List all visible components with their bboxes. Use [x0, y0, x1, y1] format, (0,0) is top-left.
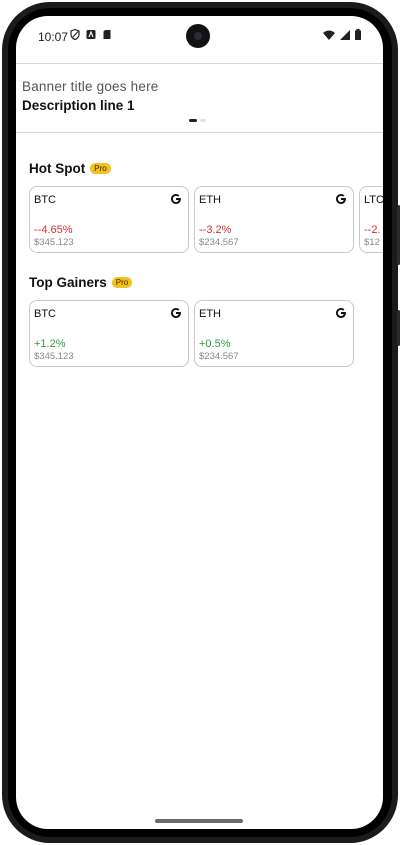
top-gainers-card-row[interactable]: BTC +1.2% $345.123 ETH +0.5% $234.567 [29, 300, 354, 367]
banner-description: Description line 1 [22, 98, 135, 113]
home-indicator[interactable] [155, 819, 243, 823]
pro-badge: Pro [90, 163, 111, 174]
section-title-top-gainers: Top Gainers Pro [29, 275, 133, 290]
coin-price: $234.567 [199, 237, 239, 248]
page-dot [200, 119, 206, 122]
coin-price: $345.123 [34, 237, 74, 248]
phone-device: 10:07 Banner title goes here Description… [0, 0, 400, 845]
battery-icon [355, 29, 361, 40]
sim-card-icon [103, 30, 111, 39]
coin-price: $345.123 [34, 351, 74, 362]
app-screen: 10:07 Banner title goes here Description… [16, 16, 383, 829]
price-change: --2. [364, 224, 381, 236]
google-icon [171, 308, 181, 318]
coin-price: $234.567 [199, 351, 239, 362]
page-dot-active [189, 119, 197, 122]
banner-page-indicator [189, 119, 206, 122]
status-icons-right [323, 29, 361, 40]
price-change: --3.2% [199, 224, 232, 236]
google-icon [171, 194, 181, 204]
cellular-signal-icon [340, 29, 350, 40]
vpn-shield-icon [70, 29, 80, 40]
hot-spot-card-row[interactable]: BTC --4.65% $345.123 ETH --3.2% $234.567… [29, 186, 383, 253]
google-icon [336, 194, 346, 204]
price-change: +0.5% [199, 338, 231, 350]
coin-card-ltc[interactable]: LTC --2. $12 [359, 186, 383, 253]
coin-symbol: BTC [34, 308, 56, 320]
google-icon [336, 308, 346, 318]
coin-card-eth[interactable]: ETH --3.2% $234.567 [194, 186, 354, 253]
section-title-text: Hot Spot [29, 161, 86, 176]
coin-symbol: ETH [199, 194, 221, 206]
coin-card-btc[interactable]: BTC --4.65% $345.123 [29, 186, 189, 253]
pro-badge: Pro [111, 277, 133, 288]
front-camera [186, 24, 210, 48]
status-icons-left [70, 29, 112, 40]
coin-symbol: BTC [34, 194, 56, 206]
coin-card-btc[interactable]: BTC +1.2% $345.123 [29, 300, 189, 367]
coin-symbol: LTC [364, 194, 383, 206]
banner-title: Banner title goes here [22, 79, 159, 94]
status-bar: 10:07 [16, 16, 383, 56]
coin-symbol: ETH [199, 308, 221, 320]
section-title-hot-spot: Hot Spot Pro [29, 161, 111, 176]
section-title-text: Top Gainers [29, 275, 107, 290]
status-time: 10:07 [38, 30, 69, 44]
coin-card-eth[interactable]: ETH +0.5% $234.567 [194, 300, 354, 367]
price-change: --4.65% [34, 224, 73, 236]
wifi-icon [323, 30, 335, 40]
price-change: +1.2% [34, 338, 66, 350]
coin-price: $12 [364, 237, 380, 248]
banner-carousel[interactable]: Banner title goes here Description line … [16, 63, 383, 133]
accessibility-icon [86, 30, 96, 39]
